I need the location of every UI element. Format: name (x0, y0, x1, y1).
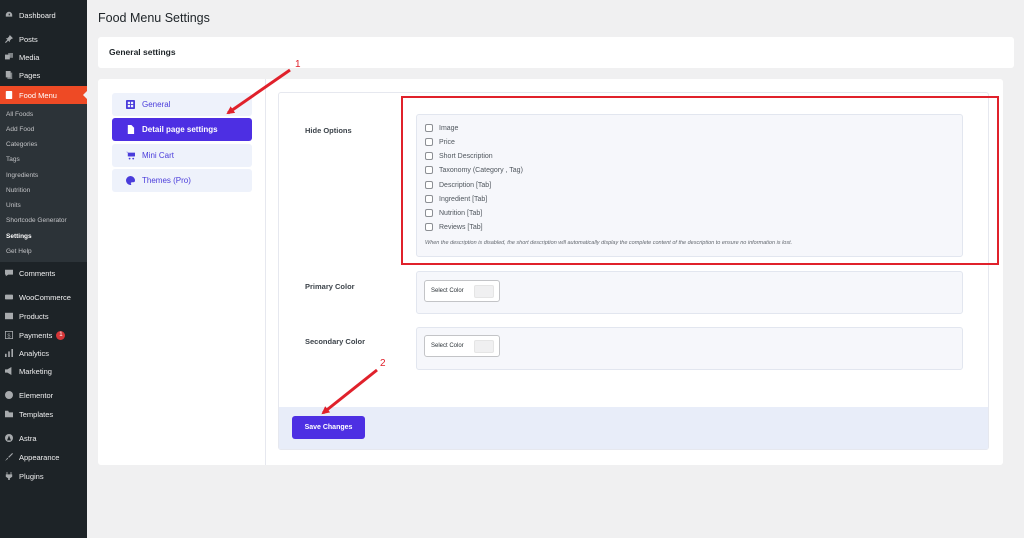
menu-astra[interactable]: Astra (0, 429, 87, 447)
menu-label: Templates (19, 409, 54, 419)
tab-label: Detail page settings (142, 125, 218, 134)
submenu-categories[interactable]: Categories (6, 141, 37, 148)
submenu-nutrition[interactable]: Nutrition (6, 187, 30, 194)
highlight-box (401, 96, 999, 265)
primary-color-picker-button[interactable]: Select Color (424, 280, 500, 302)
select-color-label: Select Color (431, 288, 464, 294)
menu-pages[interactable]: Pages (0, 66, 87, 84)
menu-food-menu[interactable]: Food Menu (0, 86, 87, 104)
menu-label: Food Menu (19, 90, 57, 100)
menu-plugins[interactable]: Plugins (0, 467, 87, 485)
menu-label: Appearance (19, 452, 60, 462)
menu-label: WooCommerce (19, 292, 71, 302)
tab-label: General (142, 100, 171, 109)
submenu-settings[interactable]: Settings (6, 233, 32, 240)
menu-label: Products (19, 311, 49, 321)
tab-label: Themes (Pro) (142, 176, 191, 185)
general-settings-card: General settings (98, 37, 1014, 68)
food-menu-submenu: All Foods Add Food Categories Tags Ingre… (0, 104, 87, 262)
general-settings-heading: General settings (109, 47, 176, 57)
menu-label: Plugins (19, 471, 44, 481)
menu-label: Media (19, 52, 40, 62)
menu-woocommerce[interactable]: WooCommerce (0, 288, 87, 306)
color-swatch (474, 285, 494, 298)
cart-icon (126, 151, 135, 160)
annotation-number-2: 2 (380, 358, 386, 369)
payments-icon: $ (5, 331, 13, 339)
marketing-icon (5, 367, 13, 375)
menu-label: Comments (19, 268, 56, 278)
menu-comments[interactable]: Comments (0, 264, 87, 282)
save-changes-button[interactable]: Save Changes (292, 416, 365, 439)
submenu-all-foods[interactable]: All Foods (6, 111, 33, 118)
svg-text:$: $ (7, 333, 11, 339)
astra-icon (5, 434, 13, 442)
comments-icon (5, 269, 13, 277)
grid-icon (126, 100, 135, 109)
admin-sidebar: Dashboard Posts Media Pages Food Menu Al… (0, 0, 87, 538)
menu-label: Elementor (19, 390, 54, 400)
food-menu-icon (5, 91, 13, 99)
tab-label: Mini Cart (142, 151, 175, 160)
menu-label: Astra (19, 433, 37, 443)
tab-mini-cart[interactable]: Mini Cart (112, 144, 252, 167)
menu-elementor[interactable]: Elementor (0, 386, 87, 404)
menu-label: Pages (19, 70, 41, 80)
submenu-units[interactable]: Units (6, 202, 21, 209)
menu-analytics[interactable]: Analytics (0, 344, 87, 362)
submenu-tags[interactable]: Tags (6, 156, 20, 163)
primary-color-label: Primary Color (305, 282, 355, 291)
media-icon (5, 53, 13, 61)
appearance-icon (5, 453, 13, 461)
menu-posts[interactable]: Posts (0, 30, 87, 48)
submenu-ingredients[interactable]: Ingredients (6, 172, 38, 179)
analytics-icon (5, 349, 13, 357)
menu-payments[interactable]: $ Payments 1 (0, 326, 87, 344)
templates-icon (5, 410, 13, 418)
elementor-icon (5, 391, 13, 399)
form-footer (279, 407, 988, 449)
menu-label: Marketing (19, 366, 52, 376)
pin-icon (5, 35, 13, 43)
menu-templates[interactable]: Templates (0, 405, 87, 423)
submenu-shortcode-generator[interactable]: Shortcode Generator (6, 217, 67, 224)
menu-label: Analytics (19, 348, 50, 358)
tab-detail-page-settings[interactable]: Detail page settings (112, 118, 252, 141)
color-swatch (474, 340, 494, 353)
plugins-icon (5, 472, 13, 480)
hide-options-label: Hide Options (305, 126, 352, 135)
vertical-divider (265, 79, 266, 465)
payments-badge: 1 (56, 330, 66, 340)
tab-general[interactable]: General (112, 93, 252, 116)
annotation-number-1: 1 (295, 59, 301, 70)
menu-marketing[interactable]: Marketing (0, 362, 87, 380)
menu-dashboard[interactable]: Dashboard (0, 6, 87, 24)
secondary-color-picker-button[interactable]: Select Color (424, 335, 500, 357)
secondary-color-label: Secondary Color (305, 337, 366, 346)
woocommerce-icon (5, 293, 13, 301)
menu-label: Dashboard (19, 10, 56, 20)
menu-label: Posts (19, 34, 38, 44)
page-title: Food Menu Settings (98, 11, 210, 25)
menu-appearance[interactable]: Appearance (0, 448, 87, 466)
products-icon (5, 312, 13, 320)
select-color-label: Select Color (431, 343, 464, 349)
menu-label: Payments (19, 330, 53, 340)
pages-icon (5, 71, 13, 79)
dashboard-icon (5, 11, 13, 19)
menu-products[interactable]: Products (0, 307, 87, 325)
tab-themes-pro[interactable]: Themes (Pro) (112, 169, 252, 192)
palette-icon (126, 176, 135, 185)
submenu-get-help[interactable]: Get Help (6, 248, 32, 255)
submenu-add-food[interactable]: Add Food (6, 126, 34, 133)
document-icon (126, 125, 135, 134)
menu-media[interactable]: Media (0, 48, 87, 66)
